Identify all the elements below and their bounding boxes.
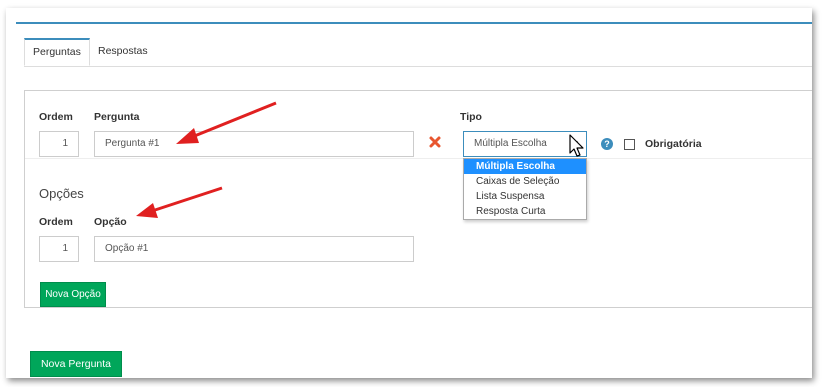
obrigatoria-checkbox[interactable] — [624, 139, 635, 150]
dropdown-option-multipla-escolha[interactable]: Múltipla Escolha — [464, 159, 586, 174]
option-label: Opção — [94, 216, 127, 228]
remove-question-icon[interactable] — [428, 135, 442, 149]
page-card: Perguntas Respostas Ordem Pergunta Tipo … — [6, 8, 812, 378]
dropdown-option-resposta-curta[interactable]: Resposta Curta — [464, 204, 586, 219]
dropdown-option-lista-suspensa[interactable]: Lista Suspensa — [464, 189, 586, 204]
tab-bar: Perguntas Respostas — [24, 38, 812, 67]
ordem-label: Ordem — [39, 111, 73, 123]
pergunta-label: Pergunta — [94, 111, 140, 123]
options-section-title: Opções — [39, 186, 84, 201]
new-question-button[interactable]: Nova Pergunta — [30, 351, 122, 377]
help-icon[interactable]: ? — [601, 138, 613, 150]
option-order-input[interactable]: 1 — [39, 236, 79, 262]
obrigatoria-label: Obrigatória — [645, 138, 702, 150]
new-option-button[interactable]: Nova Opção — [40, 282, 106, 307]
tipo-label: Tipo — [460, 111, 482, 123]
tab-perguntas[interactable]: Perguntas — [24, 38, 90, 66]
tab-respostas[interactable]: Respostas — [90, 38, 156, 66]
question-text-input[interactable]: Pergunta #1 — [94, 131, 414, 157]
question-order-input[interactable]: 1 — [39, 131, 79, 157]
top-border — [16, 22, 812, 24]
divider — [25, 158, 812, 159]
option-ordem-label: Ordem — [39, 216, 73, 228]
question-type-dropdown: Múltipla Escolha Caixas de Seleção Lista… — [463, 158, 587, 220]
question-type-value: Múltipla Escolha — [474, 138, 547, 149]
dropdown-option-caixas-de-selecao[interactable]: Caixas de Seleção — [464, 174, 586, 189]
option-text-input[interactable]: Opção #1 — [94, 236, 414, 262]
question-panel: Ordem Pergunta Tipo 1 Pergunta #1 Múltip… — [24, 90, 812, 308]
mouse-cursor-icon — [569, 134, 584, 157]
